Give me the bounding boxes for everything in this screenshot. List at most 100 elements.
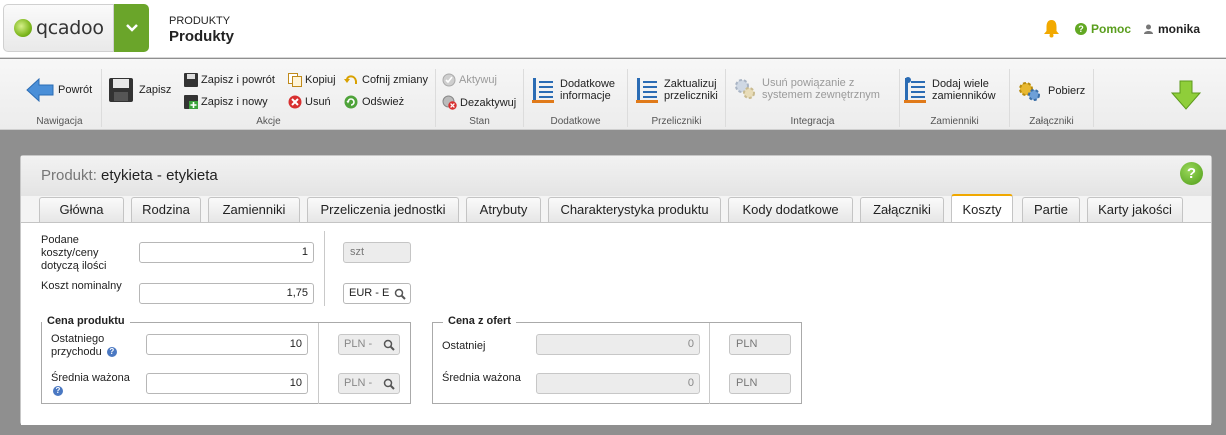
chevron-down-icon <box>125 24 138 32</box>
save-new-icon <box>184 95 198 109</box>
product-price-fieldset: Cena produktu Ostatniego przychodu ? 10 … <box>41 315 411 404</box>
download-button[interactable]: Pobierz <box>1018 81 1085 101</box>
nominal-cost-field[interactable]: 1,75 <box>139 283 314 304</box>
tab-przeliczenia-jednostki[interactable]: Przeliczenia jednostki <box>307 197 459 222</box>
last-receipt-label: Ostatniego przychodu ? <box>51 333 141 359</box>
save-and-back-button[interactable]: Zapisz i powrót <box>184 73 275 87</box>
activate-icon <box>442 73 456 87</box>
save-and-new-button[interactable]: Zapisz i nowy <box>184 95 268 109</box>
logo-text: qcadoo <box>36 17 104 39</box>
module-name: PRODUKTY <box>169 15 231 27</box>
last-receipt-price-field[interactable]: 10 <box>146 334 308 355</box>
weighted-average-price-field[interactable]: 10 <box>146 373 308 394</box>
offer-last-currency-field: PLN <box>729 334 791 355</box>
offer-average-currency-field: PLN <box>729 373 791 394</box>
help-icon[interactable]: ? <box>106 347 117 358</box>
offer-last-price-field: 0 <box>536 334 700 355</box>
quantity-field[interactable]: 1 <box>139 242 314 263</box>
ribbon-toolbar: Powrót Nawigacja Zapisz Zapisz i powrót … <box>0 59 1226 130</box>
weighted-average-label: Średnia ważona ? <box>51 372 130 397</box>
column-separator <box>709 323 710 404</box>
nominal-cost-label: Koszt nominalny <box>41 280 122 292</box>
update-converters-button[interactable]: Zaktualizuj przeliczniki <box>636 77 724 103</box>
ribbon-group-state: Aktywuj Dezaktywuj Stan <box>436 69 524 127</box>
undo-button[interactable]: Cofnij zmiany <box>344 73 428 87</box>
tab-karty-jakosci[interactable]: Karty jakości <box>1087 197 1183 222</box>
gears-icon <box>1019 82 1040 101</box>
ribbon-group-integration: Usuń powiązanie z systemem zewnętrznym I… <box>726 69 900 127</box>
panel-header: Produkt: etykieta - etykieta ? <box>21 156 1211 196</box>
ribbon-group-substitutes: Dodaj wiele zamienników Zamienniki <box>900 69 1010 127</box>
page-title: Produkty <box>169 28 235 45</box>
column-separator <box>318 323 319 404</box>
additional-info-button[interactable]: Dodatkowe informacje <box>532 77 620 103</box>
tab-partie[interactable]: Partie <box>1022 197 1080 222</box>
list-icon <box>532 78 554 103</box>
logo[interactable]: qcadoo <box>3 4 114 52</box>
tab-zalaczniki[interactable]: Załączniki <box>860 197 944 222</box>
tab-kody-dodatkowe[interactable]: Kody dodatkowe <box>728 197 853 222</box>
activate-button[interactable]: Aktywuj <box>442 73 497 87</box>
tab-rodzina[interactable]: Rodzina <box>131 197 201 222</box>
user-menu[interactable]: monika <box>1144 22 1200 36</box>
column-separator <box>324 231 325 306</box>
product-price-legend: Cena produktu <box>42 315 130 327</box>
tab-koszty[interactable]: Koszty <box>951 194 1013 224</box>
help-icon[interactable]: ? <box>1180 162 1203 185</box>
arrow-down-icon[interactable] <box>1170 79 1202 111</box>
remove-links-button[interactable]: Usuń powiązanie z systemem zewnętrznym <box>734 77 892 101</box>
save-button[interactable]: Zapisz <box>108 77 171 103</box>
quantity-label: Podane kosztу/ceny dotyczą ilości <box>41 234 107 272</box>
offer-price-legend: Cena z ofert <box>443 315 516 327</box>
offer-average-price-field: 0 <box>536 373 700 394</box>
deactivate-icon <box>442 95 457 110</box>
product-form-panel: Produkt: etykieta - etykieta ? Główna Ro… <box>20 155 1212 425</box>
help-icon[interactable]: ? <box>53 386 63 397</box>
delete-button[interactable]: Usuń <box>288 95 331 109</box>
ribbon-group-attachments: Pobierz Załączniki <box>1010 69 1094 127</box>
panel-title: Produkt: etykieta - etykieta <box>41 167 218 184</box>
search-icon[interactable] <box>394 288 406 300</box>
ribbon-group-actions: Zapisz Zapisz i powrót Zapisz i nowy Kop… <box>102 69 436 127</box>
ribbon-group-navigation: Powrót Nawigacja <box>18 69 102 127</box>
weighted-average-currency-lookup[interactable]: PLN - <box>338 373 400 394</box>
top-header: qcadoo PRODUKTY Produkty ? Pomoc monika <box>0 0 1226 58</box>
floppy-disk-icon <box>109 78 133 102</box>
costs-tab-content: Podane kosztу/ceny dotyczą ilości 1 szt … <box>21 223 1211 425</box>
quantity-unit-field: szt <box>343 242 411 263</box>
ribbon-group-converters: Zaktualizuj przeliczniki Przeliczniki <box>628 69 726 127</box>
logo-icon <box>14 19 32 37</box>
ribbon-group-additional: Dodatkowe informacje Dodatkowe <box>524 69 628 127</box>
list-icon <box>636 78 658 103</box>
user-name: monika <box>1158 22 1201 36</box>
back-button[interactable]: Powrót <box>26 78 92 102</box>
copy-icon <box>288 73 302 87</box>
copy-button[interactable]: Kopiuj <box>288 73 336 87</box>
nominal-currency-lookup[interactable]: EUR - E <box>343 283 411 304</box>
tab-zamienniki[interactable]: Zamienniki <box>208 197 300 222</box>
undo-icon <box>344 75 357 84</box>
add-many-substitutes-button[interactable]: Dodaj wiele zamienników <box>904 77 1002 103</box>
save-back-icon <box>184 73 198 87</box>
search-icon[interactable] <box>383 378 395 390</box>
offer-price-fieldset: Cena z ofert Ostatniej 0 PLN Średnia waż… <box>432 315 802 404</box>
arrow-left-icon <box>26 78 54 102</box>
gears-icon <box>735 79 755 99</box>
offer-last-label: Ostatniej <box>442 340 486 352</box>
tab-charakterystyka-produktu[interactable]: Charakterystyka produktu <box>548 197 721 222</box>
help-link[interactable]: ? Pomoc <box>1075 22 1131 36</box>
delete-icon <box>288 95 302 109</box>
search-icon[interactable] <box>383 339 395 351</box>
list-icon <box>904 77 926 103</box>
deactivate-button[interactable]: Dezaktywuj <box>442 95 516 110</box>
tab-atrybuty[interactable]: Atrybuty <box>466 197 541 222</box>
help-label: Pomoc <box>1091 22 1132 36</box>
refresh-button[interactable]: Odśwież <box>344 95 404 109</box>
user-icon <box>1144 24 1153 34</box>
offer-average-label: Średnia ważona <box>442 372 521 384</box>
tab-glowna[interactable]: Główna <box>39 197 124 222</box>
menu-toggle-button[interactable] <box>114 4 149 52</box>
help-icon: ? <box>1075 23 1087 35</box>
last-receipt-currency-lookup[interactable]: PLN - <box>338 334 400 355</box>
bell-icon[interactable] <box>1043 19 1060 38</box>
